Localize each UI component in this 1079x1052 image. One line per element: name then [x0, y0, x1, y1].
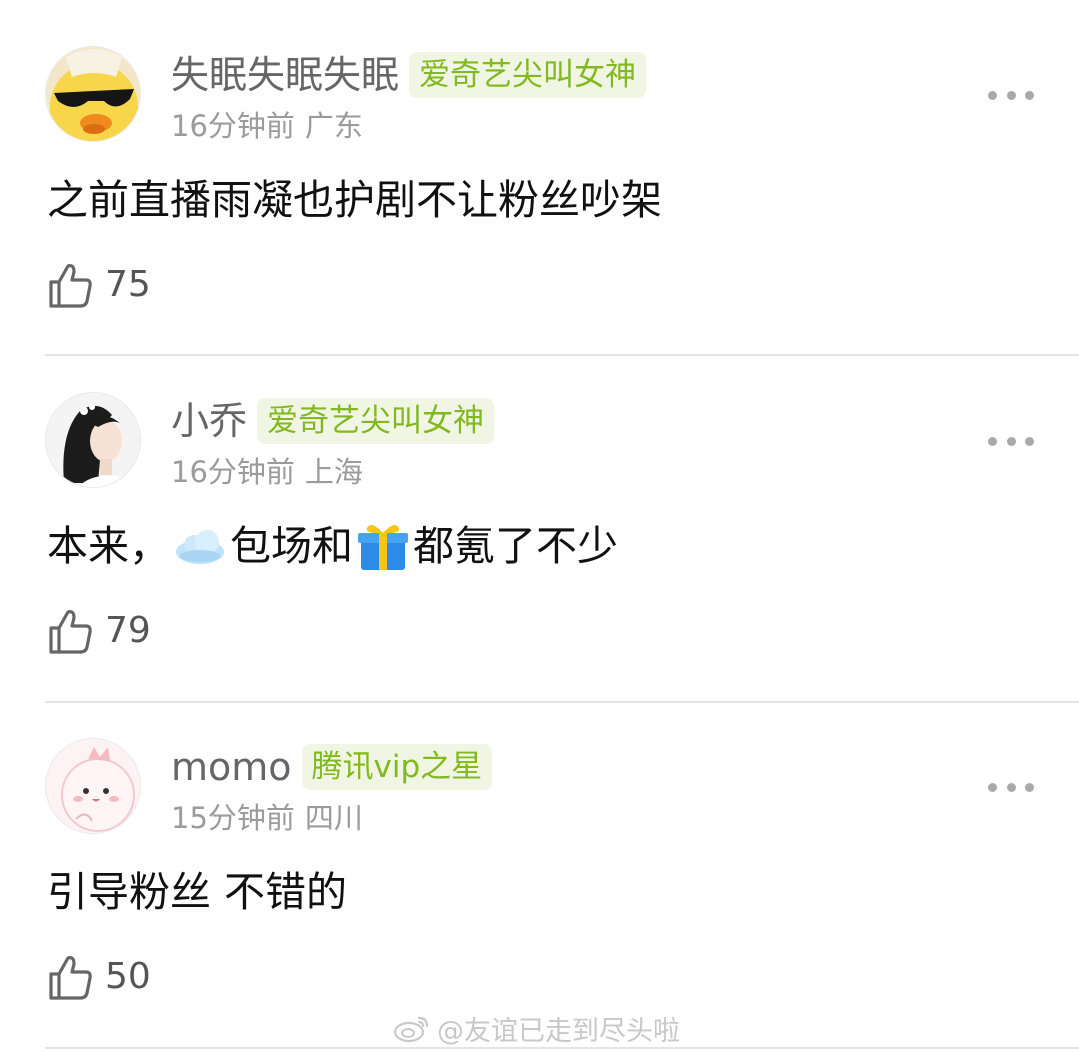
thumbs-up-icon: [49, 610, 92, 654]
like-button[interactable]: 79: [47, 606, 151, 656]
like-count: 75: [105, 264, 151, 305]
comment-location: 四川: [304, 801, 363, 835]
user-avatar[interactable]: [45, 738, 141, 834]
comment-text: 引导粉丝 不错的: [47, 868, 348, 916]
gift-icon: [358, 524, 408, 570]
comment-text: 本来， 包场和 都氪了不少: [47, 514, 618, 578]
comment-time: 15分钟前: [171, 801, 295, 835]
username[interactable]: 小乔: [171, 396, 247, 446]
like-button[interactable]: 50: [47, 952, 151, 1002]
comment-location: 广东: [304, 109, 363, 143]
username[interactable]: 失眠失眠失眠: [171, 50, 399, 100]
comment-meta: 16分钟前 广东: [171, 106, 363, 146]
thumbs-up-icon: [49, 956, 92, 1000]
comment-text: 之前直播雨凝也护剧不让粉丝吵架: [47, 176, 662, 224]
watermark-text: @友谊已走到尽头啦: [437, 1015, 680, 1047]
like-count: 79: [105, 610, 151, 651]
comment-text-part: 包场和: [230, 522, 353, 570]
more-options-icon[interactable]: [988, 84, 1034, 106]
comment-meta: 16分钟前 上海: [171, 452, 363, 492]
like-button[interactable]: 75: [47, 260, 151, 310]
weibo-logo-icon: [393, 1016, 429, 1043]
user-badge[interactable]: 爱奇艺尖叫女神: [409, 52, 647, 98]
comment-meta: 15分钟前 四川: [171, 798, 363, 838]
comment-text-part: 本来，: [47, 522, 170, 570]
comment-item: 失眠失眠失眠 爱奇艺尖叫女神 16分钟前 广东 之前直播雨凝也护剧不让粉丝吵架 7…: [0, 0, 1079, 356]
user-badge[interactable]: 腾讯vip之星: [301, 744, 493, 790]
cloud-icon: [176, 530, 224, 564]
comment-text-part: 都氪了不少: [413, 522, 618, 570]
user-avatar[interactable]: [45, 392, 141, 488]
duck-avatar-icon: [46, 47, 140, 141]
more-options-icon[interactable]: [988, 430, 1034, 452]
like-count: 50: [105, 956, 151, 997]
woman-avatar-icon: [46, 393, 140, 487]
comment-item: 小乔 爱奇艺尖叫女神 16分钟前 上海 本来， 包场和 都氪了不少 79: [0, 346, 1079, 703]
comment-time: 16分钟前: [171, 109, 295, 143]
comment-time: 16分钟前: [171, 455, 295, 489]
watermark: @友谊已走到尽头啦: [393, 1008, 680, 1048]
user-avatar[interactable]: [45, 46, 141, 142]
comment-item: momo 腾讯vip之星 15分钟前 四川 引导粉丝 不错的 50: [0, 692, 1079, 1049]
username[interactable]: momo: [171, 742, 292, 792]
comment-location: 上海: [304, 455, 363, 489]
user-badge[interactable]: 爱奇艺尖叫女神: [257, 398, 495, 444]
more-options-icon[interactable]: [988, 776, 1034, 798]
thumbs-up-icon: [49, 264, 92, 308]
pink-cartoon-avatar-icon: [46, 739, 140, 833]
